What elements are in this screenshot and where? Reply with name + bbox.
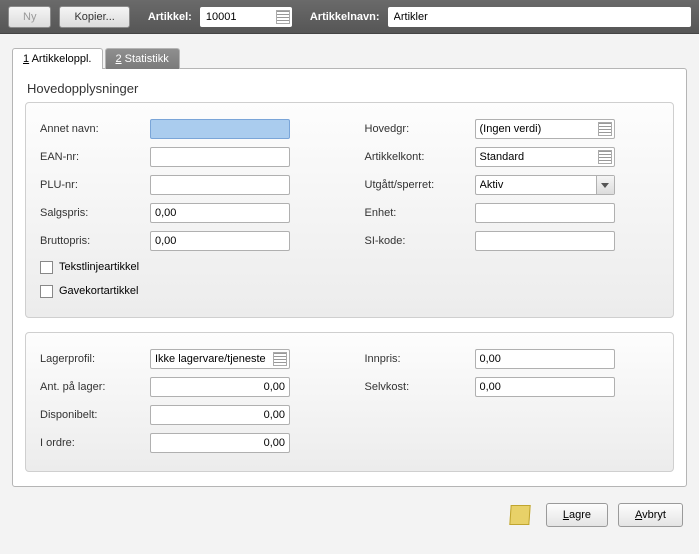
iordre-input[interactable] xyxy=(150,433,290,453)
artikkelnavn-input[interactable] xyxy=(392,8,689,26)
selvkost-label: Selvkost: xyxy=(365,381,475,393)
cancel-button[interactable]: Avbryt xyxy=(618,503,683,527)
innpris-label: Innpris: xyxy=(365,353,475,365)
bruttopris-input[interactable] xyxy=(150,231,290,251)
disponibelt-label: Disponibelt: xyxy=(40,409,150,421)
lookup-icon[interactable] xyxy=(598,122,612,136)
annet-navn-input[interactable] xyxy=(150,119,290,139)
bruttopris-label: Bruttopris: xyxy=(40,235,150,247)
antlager-label: Ant. på lager: xyxy=(40,381,150,393)
artikkelnavn-label: Artikkelnavn: xyxy=(310,11,380,23)
selvkost-input[interactable] xyxy=(475,377,615,397)
artikkel-label: Artikkel: xyxy=(148,11,192,23)
header-bar: Ny Kopier... Artikkel: Artikkelnavn: xyxy=(0,0,699,34)
section-lager: Lagerprofil: Ant. på lager: Disponibelt: xyxy=(25,332,674,472)
gavekortartikkel-label: Gavekortartikkel xyxy=(59,285,138,297)
gavekortartikkel-checkbox[interactable] xyxy=(40,285,53,298)
hovedgr-label: Hovedgr: xyxy=(365,123,475,135)
save-button[interactable]: Lagre xyxy=(546,503,608,527)
salgspris-label: Salgspris: xyxy=(40,207,150,219)
lookup-icon[interactable] xyxy=(273,352,287,366)
tab-artikkeloppl[interactable]: 1 Artikkeloppl. xyxy=(12,48,103,69)
footer: Lagre Avbryt xyxy=(0,495,699,535)
artikkelkont-input[interactable] xyxy=(475,147,615,167)
artikkelkont-label: Artikkelkont: xyxy=(365,151,475,163)
plu-label: PLU-nr: xyxy=(40,179,150,191)
artikkel-input-wrap xyxy=(200,7,292,27)
lagerprofil-input[interactable] xyxy=(150,349,290,369)
tekstlinjeartikkel-label: Tekstlinjeartikkel xyxy=(59,261,139,273)
innpris-input[interactable] xyxy=(475,349,615,369)
section-hovedopplysninger: Annet navn: EAN-nr: PLU-nr: Salgspris: xyxy=(25,102,674,318)
annet-navn-label: Annet navn: xyxy=(40,123,150,135)
chevron-down-icon[interactable] xyxy=(596,176,614,194)
disponibelt-input[interactable] xyxy=(150,405,290,425)
iordre-label: I ordre: xyxy=(40,437,150,449)
copy-button[interactable]: Kopier... xyxy=(59,6,129,28)
utgatt-label: Utgått/sperret: xyxy=(365,179,475,191)
lookup-icon[interactable] xyxy=(276,10,290,24)
content-area: 1 Artikkeloppl. 2 Statistikk Hovedopplys… xyxy=(0,34,699,495)
enhet-input[interactable] xyxy=(475,203,615,223)
ean-label: EAN-nr: xyxy=(40,151,150,163)
hovedgr-input[interactable] xyxy=(475,119,615,139)
antlager-input[interactable] xyxy=(150,377,290,397)
lookup-icon[interactable] xyxy=(598,150,612,164)
tab-statistikk[interactable]: 2 Statistikk xyxy=(105,48,180,69)
ean-input[interactable] xyxy=(150,147,290,167)
artikkelnavn-input-wrap xyxy=(388,7,691,27)
main-panel: Hovedopplysninger Annet navn: EAN-nr: PL… xyxy=(12,68,687,487)
new-button[interactable]: Ny xyxy=(8,6,51,28)
tekstlinjeartikkel-checkbox[interactable] xyxy=(40,261,53,274)
section-title-hovedopplysninger: Hovedopplysninger xyxy=(27,81,674,96)
enhet-label: Enhet: xyxy=(365,207,475,219)
salgspris-input[interactable] xyxy=(150,203,290,223)
lagerprofil-label: Lagerprofil: xyxy=(40,353,150,365)
utgatt-select[interactable] xyxy=(475,175,615,195)
sikode-input[interactable] xyxy=(475,231,615,251)
note-icon[interactable] xyxy=(509,505,530,525)
plu-input[interactable] xyxy=(150,175,290,195)
tab-row: 1 Artikkeloppl. 2 Statistikk xyxy=(12,48,687,69)
sikode-label: SI-kode: xyxy=(365,235,475,247)
artikkel-input[interactable] xyxy=(204,8,274,26)
